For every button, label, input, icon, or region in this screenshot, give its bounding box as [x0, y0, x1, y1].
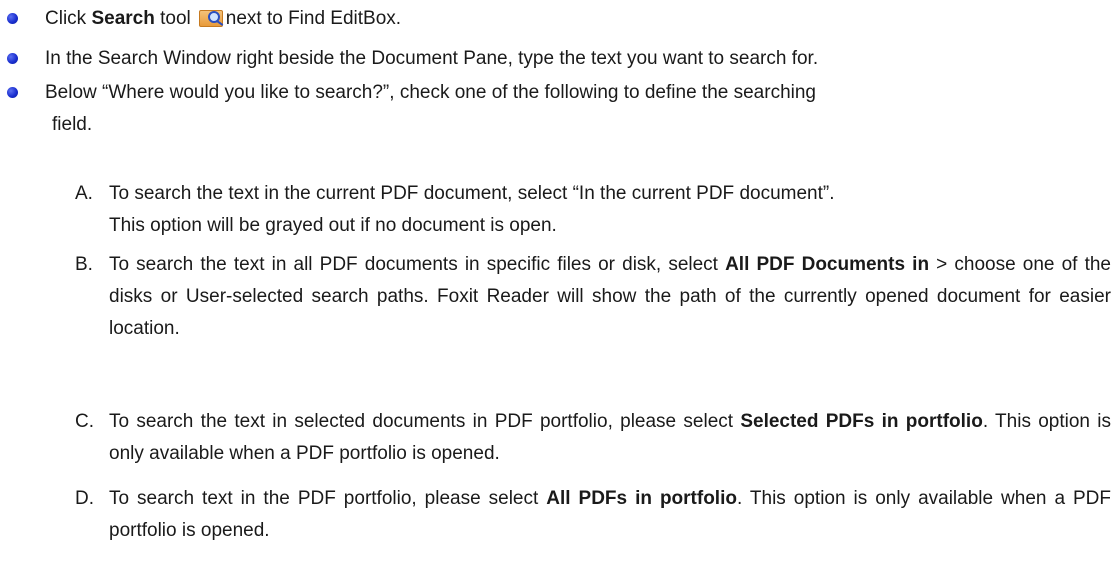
option-letter: C. — [75, 411, 94, 432]
bullet-text-post: next to Find EditBox. — [225, 8, 402, 29]
option-letter: A. — [75, 183, 93, 204]
bullet-text: Below “Where would you like to search?”,… — [45, 77, 1106, 141]
option-text: To search the text in the current PDF do… — [109, 178, 1111, 242]
option-text: To search the text in selected documents… — [109, 406, 1111, 470]
bullet-text: Click Search tool next to Find EditBox. — [45, 3, 1106, 35]
option-text-line: This option will be grayed out if no doc… — [109, 215, 557, 236]
option-text-pre: To search text in the PDF portfolio, ple… — [109, 488, 547, 509]
bullet-text: In the Search Window right beside the Do… — [45, 48, 819, 69]
option-text-pre: To search the text in all PDF documents … — [109, 254, 726, 275]
option-text-bold: All PDFs in portfolio — [546, 488, 737, 509]
option-text-bold: Selected PDFs in portfolio — [740, 411, 983, 432]
bullet-dot-icon — [7, 13, 18, 24]
bullet-text-pre: Click — [45, 8, 92, 29]
bullet-dot-icon — [7, 87, 18, 98]
option-text: To search text in the PDF portfolio, ple… — [109, 483, 1111, 547]
option-letter: D. — [75, 488, 94, 509]
bullet-text-bold: Search — [91, 8, 155, 29]
option-text-line: To search the text in the current PDF do… — [109, 183, 835, 204]
option-letter: B. — [75, 254, 93, 275]
option-text: To search the text in all PDF documents … — [109, 249, 1111, 345]
bullet-dot-icon — [7, 53, 18, 64]
bullet-text-mid: tool — [154, 8, 191, 29]
bullet-text-line: field. — [52, 114, 93, 135]
document-page: Click Search tool next to Find EditBox. I… — [0, 0, 1115, 587]
folder-search-icon — [198, 8, 225, 27]
option-text-bold: All PDF Documents in — [725, 254, 930, 275]
option-text-pre: To search the text in selected documents… — [109, 411, 741, 432]
bullet-text-line: Below “Where would you like to search?”,… — [45, 82, 816, 103]
